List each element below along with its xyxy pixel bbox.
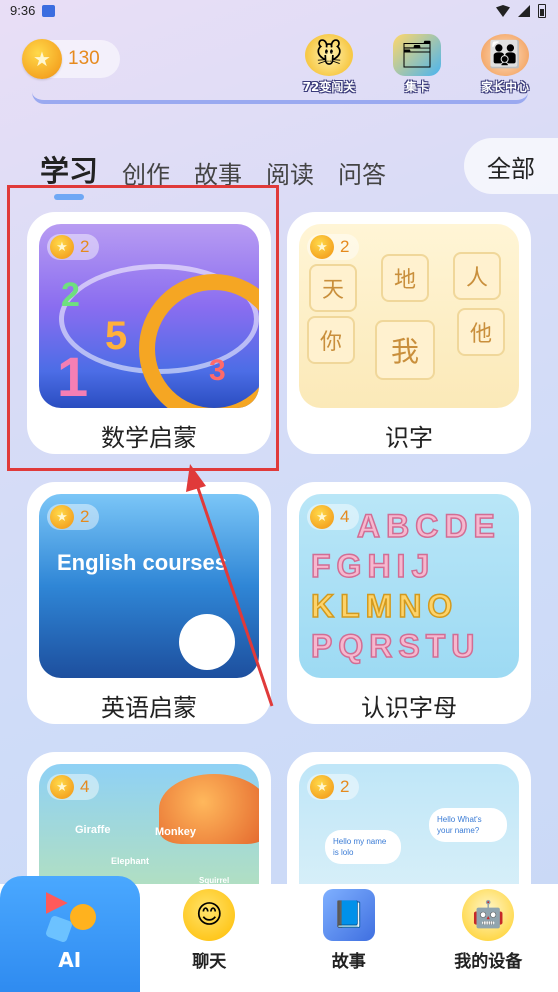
nav-story[interactable]: 📘 故事 bbox=[279, 884, 419, 992]
course-card-english[interactable]: ★ 2 English courses 英语启蒙 bbox=[27, 482, 271, 724]
cost-badge: ★ 4 bbox=[47, 774, 100, 800]
all-categories-button[interactable]: 全部 bbox=[464, 138, 558, 194]
nav-ai[interactable]: AI bbox=[0, 876, 140, 992]
letter-row: PQRSTU bbox=[310, 627, 481, 665]
animal-label: Monkey bbox=[155, 826, 196, 838]
cost-value: 2 bbox=[80, 237, 90, 256]
category-tabs: 学习 创作 故事 阅读 问答 bbox=[40, 148, 386, 200]
characters-thumbnail: ★ 2 天 地 人 你 我 他 bbox=[299, 224, 519, 408]
level-challenge-button[interactable]: 🐭 72变闯关 bbox=[298, 34, 360, 95]
cube-shape bbox=[44, 914, 73, 944]
mascot-image bbox=[179, 614, 235, 670]
mouse-mascot-icon: 🐭 bbox=[305, 34, 353, 76]
cost-badge: ★ 2 bbox=[307, 234, 360, 260]
highlight-box bbox=[7, 185, 279, 471]
star-coin-icon: ★ bbox=[50, 775, 74, 799]
card-title: 识字 bbox=[385, 424, 433, 452]
letter-row: KLMNO bbox=[310, 587, 459, 625]
alphabet-thumbnail: ★ 4 ABCDE FGHIJ KLMNO PQRSTU bbox=[299, 494, 519, 678]
animal-label: Giraffe bbox=[75, 824, 111, 836]
top-actions: 🐭 72变闯关 🗂 集卡 👪 家长中心 bbox=[298, 34, 536, 95]
char-tile: 我 bbox=[375, 320, 435, 380]
char-tile: 地 bbox=[381, 254, 429, 302]
speech-bubble: Hello What's your name? bbox=[429, 808, 507, 843]
coin-balance[interactable]: ★ 130 bbox=[22, 39, 120, 79]
cost-value: 4 bbox=[80, 777, 90, 796]
nav-my-device[interactable]: 🤖 我的设备 bbox=[419, 884, 558, 992]
star-coin-icon: ★ bbox=[22, 39, 62, 79]
banner-decoration bbox=[32, 92, 528, 104]
star-coin-icon: ★ bbox=[310, 235, 334, 259]
speech-bubble: Hello my name is lolo bbox=[325, 830, 401, 865]
system-icons bbox=[496, 4, 546, 18]
parents-icon: 👪 bbox=[481, 34, 529, 76]
star-coin-icon: ★ bbox=[50, 505, 74, 529]
cost-value: 2 bbox=[340, 237, 350, 256]
char-tile: 你 bbox=[307, 316, 355, 364]
english-courses-text: English courses bbox=[57, 550, 227, 575]
cost-badge: ★ 2 bbox=[47, 504, 100, 530]
story-book-icon: 📘 bbox=[322, 889, 375, 941]
cost-value: 2 bbox=[80, 507, 90, 526]
tab-qa[interactable]: 问答 bbox=[338, 155, 386, 190]
letter-row: ABCDE bbox=[356, 507, 501, 545]
nav-ai-label: AI bbox=[58, 948, 82, 972]
english-thumbnail: ★ 2 English courses bbox=[39, 494, 259, 678]
circle-shape bbox=[69, 904, 96, 930]
ai-shapes-icon bbox=[44, 890, 96, 944]
signal-icon bbox=[518, 5, 530, 17]
course-card-alphabet[interactable]: ★ 4 ABCDE FGHIJ KLMNO PQRSTU 认识字母 bbox=[287, 482, 531, 724]
chat-face-icon: 😊 bbox=[183, 889, 236, 941]
char-tile: 人 bbox=[453, 252, 501, 300]
cost-value: 4 bbox=[340, 507, 350, 526]
animal-label: Elephant bbox=[111, 856, 150, 866]
nav-chat[interactable]: 😊 聊天 bbox=[140, 884, 280, 992]
parents-center-button[interactable]: 👪 家长中心 bbox=[474, 34, 536, 95]
nav-story-label: 故事 bbox=[331, 952, 366, 972]
nav-my-device-label: 我的设备 bbox=[454, 952, 523, 972]
status-time: 9:36 bbox=[10, 3, 36, 18]
card-title: 认识字母 bbox=[361, 694, 457, 722]
cost-badge: ★ 2 bbox=[47, 234, 100, 260]
wifi-icon bbox=[496, 5, 510, 17]
card-collection-button[interactable]: 🗂 集卡 bbox=[386, 34, 448, 95]
cost-value: 2 bbox=[340, 777, 350, 796]
notification-icon bbox=[42, 5, 55, 17]
card-title: 英语启蒙 bbox=[101, 694, 197, 722]
letter-row: FGHIJ bbox=[310, 547, 436, 585]
coin-count: 130 bbox=[68, 48, 100, 69]
cost-badge: ★ 2 bbox=[307, 774, 360, 800]
course-card-chinese-characters[interactable]: ★ 2 天 地 人 你 我 他 识字 bbox=[287, 212, 531, 454]
char-tile: 天 bbox=[309, 264, 357, 312]
char-tile: 他 bbox=[457, 308, 505, 356]
nav-chat-label: 聊天 bbox=[192, 952, 227, 972]
device-robot-icon: 🤖 bbox=[462, 889, 515, 941]
status-bar: 9:36 bbox=[0, 0, 558, 24]
triangle-shape bbox=[45, 892, 68, 914]
star-coin-icon: ★ bbox=[310, 775, 334, 799]
tab-learning[interactable]: 学习 bbox=[40, 148, 98, 200]
cost-badge: ★ 4 bbox=[307, 504, 360, 530]
battery-icon bbox=[538, 4, 546, 18]
star-coin-icon: ★ bbox=[310, 505, 334, 529]
bottom-navigation: AI 😊 聊天 📘 故事 🤖 我的设备 bbox=[0, 876, 558, 992]
card-collection-icon: 🗂 bbox=[393, 34, 441, 76]
star-coin-icon: ★ bbox=[50, 235, 74, 259]
